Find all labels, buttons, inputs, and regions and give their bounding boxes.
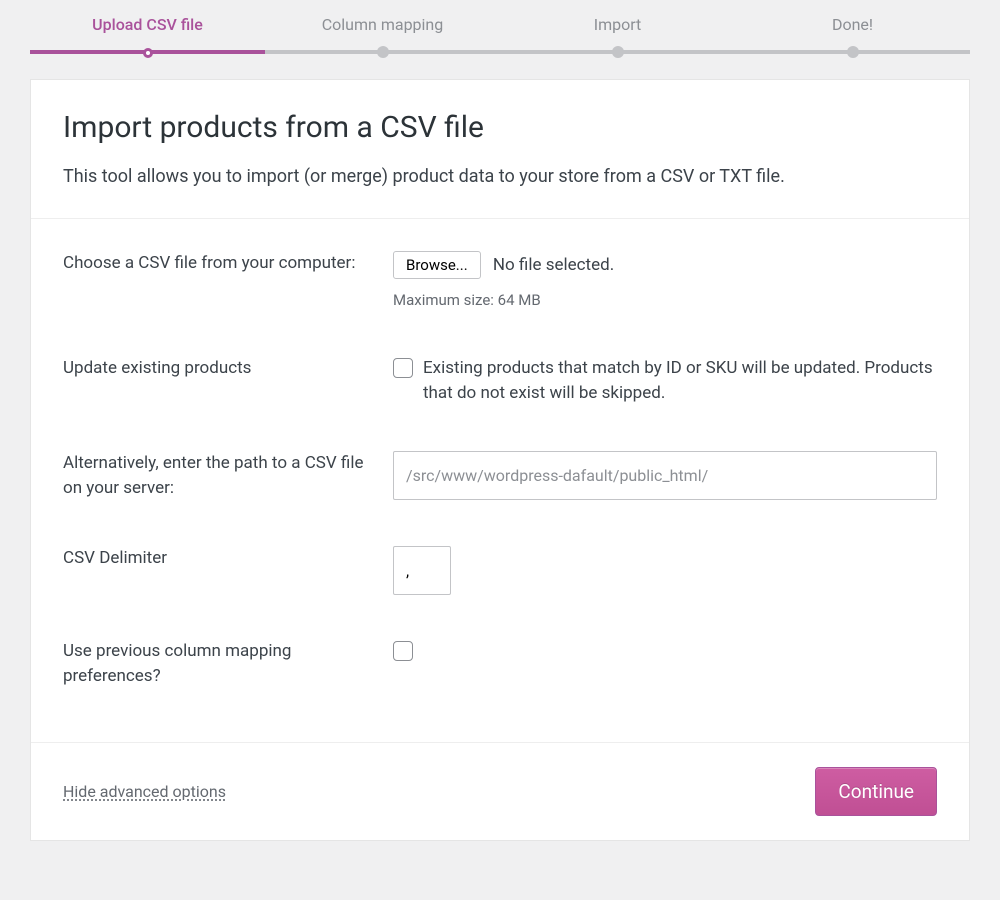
card-body: Choose a CSV file from your computer: Br… <box>31 218 969 742</box>
prev-mapping-label: Use previous column mapping preferences? <box>63 639 393 690</box>
file-status: No file selected. <box>493 255 614 275</box>
step-upload[interactable]: Upload CSV file <box>30 15 265 54</box>
delimiter-input[interactable] <box>393 546 451 595</box>
step-dot-icon <box>847 46 859 58</box>
step-label: Done! <box>832 15 873 34</box>
import-card: Import products from a CSV file This too… <box>30 79 970 841</box>
step-dot-icon <box>612 46 624 58</box>
page-title: Import products from a CSV file <box>63 110 937 145</box>
continue-button[interactable]: Continue <box>815 767 937 816</box>
update-label: Update existing products <box>63 356 393 382</box>
browse-button[interactable]: Browse... <box>393 251 481 279</box>
page-description: This tool allows you to import (or merge… <box>63 163 937 190</box>
step-label: Import <box>594 15 642 34</box>
step-dot-icon <box>143 48 153 58</box>
update-description: Existing products that match by ID or SK… <box>423 356 937 407</box>
file-label: Choose a CSV file from your computer: <box>63 251 393 277</box>
step-column-mapping[interactable]: Column mapping <box>265 15 500 54</box>
step-dot-icon <box>377 46 389 58</box>
row-delimiter: CSV Delimiter <box>63 524 937 617</box>
step-done[interactable]: Done! <box>735 15 970 54</box>
card-header: Import products from a CSV file This too… <box>31 80 969 218</box>
delimiter-label: CSV Delimiter <box>63 546 393 572</box>
card-footer: Hide advanced options Continue <box>31 742 969 840</box>
row-update-existing: Update existing products Existing produc… <box>63 334 937 429</box>
stepper: Upload CSV file Column mapping Import Do… <box>30 0 970 79</box>
toggle-advanced-link[interactable]: Hide advanced options <box>63 782 226 801</box>
step-label: Column mapping <box>322 15 444 34</box>
file-maxsize: Maximum size: 64 MB <box>393 289 937 312</box>
update-checkbox[interactable] <box>393 358 413 378</box>
path-label: Alternatively, enter the path to a CSV f… <box>63 451 393 502</box>
row-prev-mapping: Use previous column mapping preferences? <box>63 617 937 712</box>
path-input[interactable] <box>393 451 937 500</box>
step-import[interactable]: Import <box>500 15 735 54</box>
step-label: Upload CSV file <box>92 15 203 34</box>
row-file: Choose a CSV file from your computer: Br… <box>63 229 937 334</box>
prev-mapping-checkbox[interactable] <box>393 641 413 661</box>
row-server-path: Alternatively, enter the path to a CSV f… <box>63 429 937 524</box>
